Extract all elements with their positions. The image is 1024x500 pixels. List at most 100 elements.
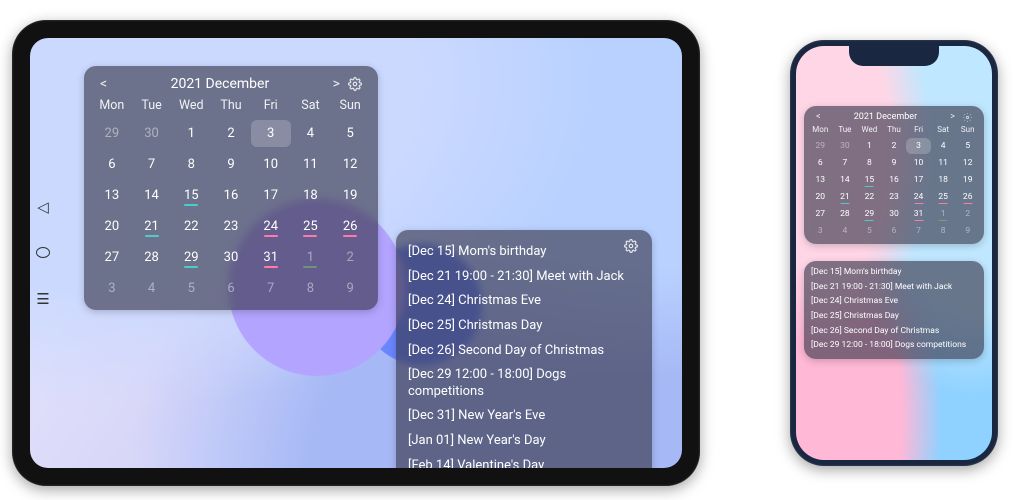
event-row[interactable]: [Feb 14] Valentine's Day [408,454,640,468]
calendar-day[interactable]: 10 [906,155,931,171]
event-row[interactable]: [Dec 29 12:00 - 18:00] Dogs competitions [811,338,977,353]
event-row[interactable]: [Dec 25] Christmas Day [408,314,640,339]
calendar-day[interactable]: 2 [330,244,370,271]
event-row[interactable]: [Jan 01] New Year's Day [408,429,640,454]
calendar-day[interactable]: 27 [808,206,833,222]
nav-home-icon[interactable] [36,246,50,260]
calendar-day[interactable]: 15 [857,172,882,188]
event-row[interactable]: [Dec 31] New Year's Eve [408,404,640,429]
calendar-settings-icon[interactable] [344,77,366,91]
event-row[interactable]: [Dec 29 12:00 - 18:00] Dogs competitions [408,363,640,404]
calendar-day[interactable]: 29 [92,120,132,147]
calendar-day[interactable]: 10 [251,151,291,178]
calendar-day[interactable]: 31 [251,244,291,271]
calendar-day[interactable]: 24 [906,189,931,205]
calendar-day[interactable]: 11 [931,155,956,171]
calendar-day[interactable]: 9 [955,223,980,239]
calendar-day[interactable]: 15 [171,182,211,209]
calendar-day[interactable]: 7 [833,155,858,171]
calendar-day[interactable]: 6 [808,155,833,171]
calendar-day[interactable]: 6 [211,275,251,302]
calendar-day[interactable]: 21 [132,213,172,240]
calendar-day[interactable]: 2 [882,138,907,154]
event-row[interactable]: [Dec 15] Mom's birthday [408,240,640,265]
calendar-day[interactable]: 30 [211,244,251,271]
calendar-day[interactable]: 1 [291,244,331,271]
calendar-day[interactable]: 25 [291,213,331,240]
calendar-day[interactable]: 12 [330,151,370,178]
calendar-day[interactable]: 24 [251,213,291,240]
calendar-day[interactable]: 1 [931,206,956,222]
calendar-day[interactable]: 26 [330,213,370,240]
calendar-day[interactable]: 5 [955,138,980,154]
event-row[interactable]: [Dec 15] Mom's birthday [811,265,977,280]
calendar-day[interactable]: 7 [251,275,291,302]
calendar-day[interactable]: 6 [92,151,132,178]
calendar-day[interactable]: 25 [931,189,956,205]
calendar-day[interactable]: 22 [171,213,211,240]
calendar-day[interactable]: 3 [808,223,833,239]
calendar-day[interactable]: 30 [132,120,172,147]
calendar-day[interactable]: 18 [931,172,956,188]
calendar-day[interactable]: 3 [906,138,931,154]
next-month-button[interactable]: > [946,112,959,122]
calendar-day[interactable]: 2 [955,206,980,222]
calendar-day[interactable]: 31 [906,206,931,222]
calendar-day[interactable]: 28 [132,244,172,271]
nav-back-icon[interactable]: ◁ [36,200,50,214]
calendar-day[interactable]: 5 [171,275,211,302]
prev-month-button[interactable]: < [812,112,825,122]
calendar-day[interactable]: 3 [251,120,291,147]
calendar-day[interactable]: 8 [931,223,956,239]
nav-recent-icon[interactable]: ☰ [36,292,50,306]
calendar-day[interactable]: 13 [808,172,833,188]
calendar-day[interactable]: 16 [882,172,907,188]
calendar-day[interactable]: 7 [906,223,931,239]
calendar-day[interactable]: 4 [132,275,172,302]
calendar-day[interactable]: 17 [906,172,931,188]
prev-month-button[interactable]: < [96,76,111,92]
calendar-day[interactable]: 22 [857,189,882,205]
calendar-day[interactable]: 30 [882,206,907,222]
calendar-day[interactable]: 29 [171,244,211,271]
calendar-day[interactable]: 18 [291,182,331,209]
calendar-day[interactable]: 17 [251,182,291,209]
calendar-day[interactable]: 23 [882,189,907,205]
calendar-day[interactable]: 8 [857,155,882,171]
calendar-day[interactable]: 29 [808,138,833,154]
calendar-day[interactable]: 14 [833,172,858,188]
calendar-day[interactable]: 1 [171,120,211,147]
calendar-day[interactable]: 19 [330,182,370,209]
calendar-day[interactable]: 3 [92,275,132,302]
calendar-day[interactable]: 9 [330,275,370,302]
calendar-day[interactable]: 16 [211,182,251,209]
event-row[interactable]: [Dec 21 19:00 - 21:30] Meet with Jack [408,265,640,290]
calendar-day[interactable]: 4 [931,138,956,154]
calendar-day[interactable]: 1 [857,138,882,154]
calendar-day[interactable]: 11 [291,151,331,178]
calendar-day[interactable]: 8 [291,275,331,302]
calendar-day[interactable]: 5 [330,120,370,147]
calendar-day[interactable]: 13 [92,182,132,209]
event-row[interactable]: [Dec 24] Christmas Eve [811,294,977,309]
calendar-day[interactable]: 9 [211,151,251,178]
calendar-day[interactable]: 9 [882,155,907,171]
calendar-day[interactable]: 27 [92,244,132,271]
calendar-day[interactable]: 4 [833,223,858,239]
calendar-day[interactable]: 21 [833,189,858,205]
event-row[interactable]: [Dec 24] Christmas Eve [408,289,640,314]
calendar-settings-icon[interactable] [959,113,976,122]
calendar-day[interactable]: 2 [211,120,251,147]
calendar-day[interactable]: 12 [955,155,980,171]
event-row[interactable]: [Dec 26] Second Day of Christmas [811,324,977,339]
events-settings-icon[interactable] [620,239,642,253]
calendar-day[interactable]: 20 [92,213,132,240]
calendar-day[interactable]: 19 [955,172,980,188]
calendar-day[interactable]: 8 [171,151,211,178]
event-row[interactable]: [Dec 21 19:00 - 21:30] Meet with Jack [811,280,977,295]
next-month-button[interactable]: > [329,76,344,92]
event-row[interactable]: [Dec 25] Christmas Day [811,309,977,324]
calendar-day[interactable]: 14 [132,182,172,209]
calendar-day[interactable]: 23 [211,213,251,240]
calendar-day[interactable]: 30 [833,138,858,154]
